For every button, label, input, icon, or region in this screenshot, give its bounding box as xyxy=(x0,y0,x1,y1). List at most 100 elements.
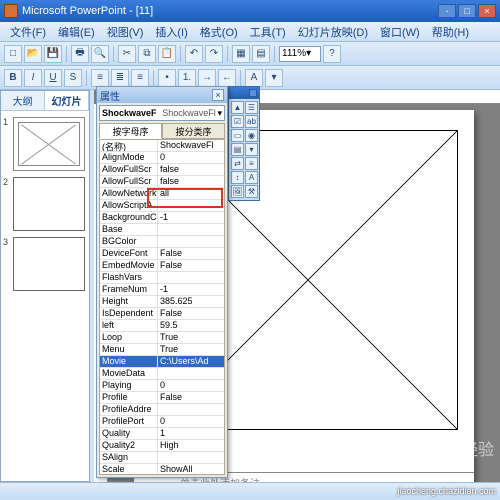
property-row[interactable]: Quality1 xyxy=(100,428,224,440)
chart-button[interactable]: ▦ xyxy=(232,45,250,63)
property-row[interactable]: AllowFullScrfalse xyxy=(100,164,224,176)
toolbox-scroll-button[interactable]: ↕ xyxy=(231,171,244,184)
cut-button[interactable]: ✂ xyxy=(118,45,136,63)
toolbox-toggle-button[interactable]: ⇄ xyxy=(231,157,244,170)
separator xyxy=(227,46,228,62)
property-row[interactable]: IsDependentFalse xyxy=(100,308,224,320)
toolbox-list-button[interactable]: ▤ xyxy=(231,143,244,156)
menu-file[interactable]: 文件(F) xyxy=(4,22,52,42)
toolbox-spin-button[interactable]: ≡ xyxy=(245,157,258,170)
align-left-button[interactable]: ≡ xyxy=(91,69,109,87)
toolbox-command-button[interactable]: ▭ xyxy=(231,129,244,142)
align-right-button[interactable]: ≡ xyxy=(131,69,149,87)
preview-button[interactable]: 🔍 xyxy=(91,45,109,63)
property-row[interactable]: BGColor xyxy=(100,236,224,248)
property-row[interactable]: ProfilePort0 xyxy=(100,416,224,428)
property-row[interactable]: Base xyxy=(100,224,224,236)
copy-button[interactable]: ⧉ xyxy=(138,45,156,63)
menu-format[interactable]: 格式(O) xyxy=(194,22,244,42)
property-row[interactable]: FlashVars xyxy=(100,272,224,284)
toolbox-combo-button[interactable]: ▾ xyxy=(245,143,258,156)
bullets-button[interactable]: • xyxy=(158,69,176,87)
property-row[interactable]: AllowNetworkall xyxy=(100,188,224,200)
property-row[interactable]: Height385.625 xyxy=(100,296,224,308)
align-center-button[interactable]: ≣ xyxy=(111,69,129,87)
table-button[interactable]: ▤ xyxy=(252,45,270,63)
property-row[interactable]: FrameNum-1 xyxy=(100,284,224,296)
property-row[interactable]: Quality2High xyxy=(100,440,224,452)
toolbox-textbox-button[interactable]: ab xyxy=(245,115,258,128)
menu-window[interactable]: 窗口(W) xyxy=(374,22,426,42)
menu-insert[interactable]: 插入(I) xyxy=(149,22,193,42)
underline-button[interactable]: U xyxy=(44,69,62,87)
shadow-button[interactable]: S xyxy=(64,69,82,87)
paste-button[interactable]: 📋 xyxy=(158,45,176,63)
decrease-indent-button[interactable]: ← xyxy=(218,69,236,87)
maximize-button[interactable]: □ xyxy=(458,4,476,18)
italic-button[interactable]: I xyxy=(24,69,42,87)
slides-tab[interactable]: 幻灯片 xyxy=(45,91,89,110)
control-toolbox[interactable]: ▲ ☰ ☑ ab ▭ ◉ ▤ ▾ ⇄ ≡ ↕ A 🖼 ⚒ xyxy=(228,86,260,201)
property-row[interactable]: MovieData xyxy=(100,368,224,380)
property-row[interactable]: DeviceFontFalse xyxy=(100,248,224,260)
separator xyxy=(240,70,241,86)
property-row[interactable]: AllowFullScrfalse xyxy=(100,176,224,188)
slide-thumb-2[interactable]: 2 xyxy=(5,177,85,231)
design-button[interactable]: ▾ xyxy=(265,69,283,87)
property-row[interactable]: ScaleShowAll xyxy=(100,464,224,475)
property-row[interactable]: AlignMode0 xyxy=(100,152,224,164)
slide-thumb-3[interactable]: 3 xyxy=(5,237,85,291)
toolbox-pointer-button[interactable]: ▲ xyxy=(231,101,244,114)
property-grid[interactable]: (名称)ShockwaveFlAlignMode0AllowFullScrfal… xyxy=(99,139,225,475)
close-button[interactable]: × xyxy=(478,4,496,18)
zoom-combo[interactable]: 111%▾ xyxy=(279,46,321,62)
increase-indent-button[interactable]: → xyxy=(198,69,216,87)
toolbox-label-button[interactable]: A xyxy=(245,171,258,184)
sort-category-tab[interactable]: 按分类序 xyxy=(162,123,225,139)
property-row[interactable]: SAlign xyxy=(100,452,224,464)
property-row[interactable]: left59.5 xyxy=(100,320,224,332)
menu-tools[interactable]: 工具(T) xyxy=(244,22,292,42)
numbering-button[interactable]: 1. xyxy=(178,69,196,87)
menu-slideshow[interactable]: 幻灯片放映(D) xyxy=(292,22,374,42)
help-button[interactable]: ? xyxy=(323,45,341,63)
property-row[interactable]: MenuTrue xyxy=(100,344,224,356)
separator xyxy=(180,46,181,62)
new-button[interactable]: □ xyxy=(4,45,22,63)
open-button[interactable]: 📂 xyxy=(24,45,42,63)
properties-close-button[interactable]: × xyxy=(212,89,224,101)
bold-button[interactable]: B xyxy=(4,69,22,87)
separator xyxy=(66,46,67,62)
window-title: Microsoft PowerPoint - [11] xyxy=(22,5,438,17)
undo-button[interactable]: ↶ xyxy=(185,45,203,63)
property-row[interactable]: Playing0 xyxy=(100,380,224,392)
toolbox-properties-button[interactable]: ☰ xyxy=(245,101,258,114)
slide-thumb-1[interactable]: 1 xyxy=(5,117,85,171)
menu-edit[interactable]: 编辑(E) xyxy=(52,22,101,42)
redo-button[interactable]: ↷ xyxy=(205,45,223,63)
property-row[interactable]: ProfileFalse xyxy=(100,392,224,404)
property-row[interactable]: LoopTrue xyxy=(100,332,224,344)
toolbox-more-button[interactable]: ⚒ xyxy=(245,185,258,198)
toolbox-checkbox-button[interactable]: ☑ xyxy=(231,115,244,128)
outline-tab[interactable]: 大纲 xyxy=(1,91,45,110)
menu-view[interactable]: 视图(V) xyxy=(101,22,150,42)
save-button[interactable]: 💾 xyxy=(44,45,62,63)
toolbox-option-button[interactable]: ◉ xyxy=(245,129,258,142)
minimize-button[interactable]: - xyxy=(438,4,456,18)
property-row[interactable]: (名称)ShockwaveFl xyxy=(100,140,224,152)
property-row[interactable]: ProfileAddre xyxy=(100,404,224,416)
font-color-button[interactable]: A xyxy=(245,69,263,87)
property-row[interactable]: EmbedMovieFalse xyxy=(100,260,224,272)
object-selector[interactable]: ShockwaveFShockwaveFl▾ xyxy=(99,105,225,121)
print-button[interactable]: 🖶 xyxy=(71,45,89,63)
property-row[interactable]: BackgroundCo-1 xyxy=(100,212,224,224)
sort-alpha-tab[interactable]: 按字母序 xyxy=(99,123,162,139)
property-row[interactable]: MovieC:\Users\Ad xyxy=(100,356,224,368)
menu-bar: 文件(F) 编辑(E) 视图(V) 插入(I) 格式(O) 工具(T) 幻灯片放… xyxy=(0,22,500,42)
slide-panel: 大纲 幻灯片 1 2 3 xyxy=(0,90,90,482)
toolbox-image-button[interactable]: 🖼 xyxy=(231,185,244,198)
toolbox-close-icon[interactable] xyxy=(249,89,257,97)
property-row[interactable]: AllowScriptA xyxy=(100,200,224,212)
menu-help[interactable]: 帮助(H) xyxy=(426,22,475,42)
